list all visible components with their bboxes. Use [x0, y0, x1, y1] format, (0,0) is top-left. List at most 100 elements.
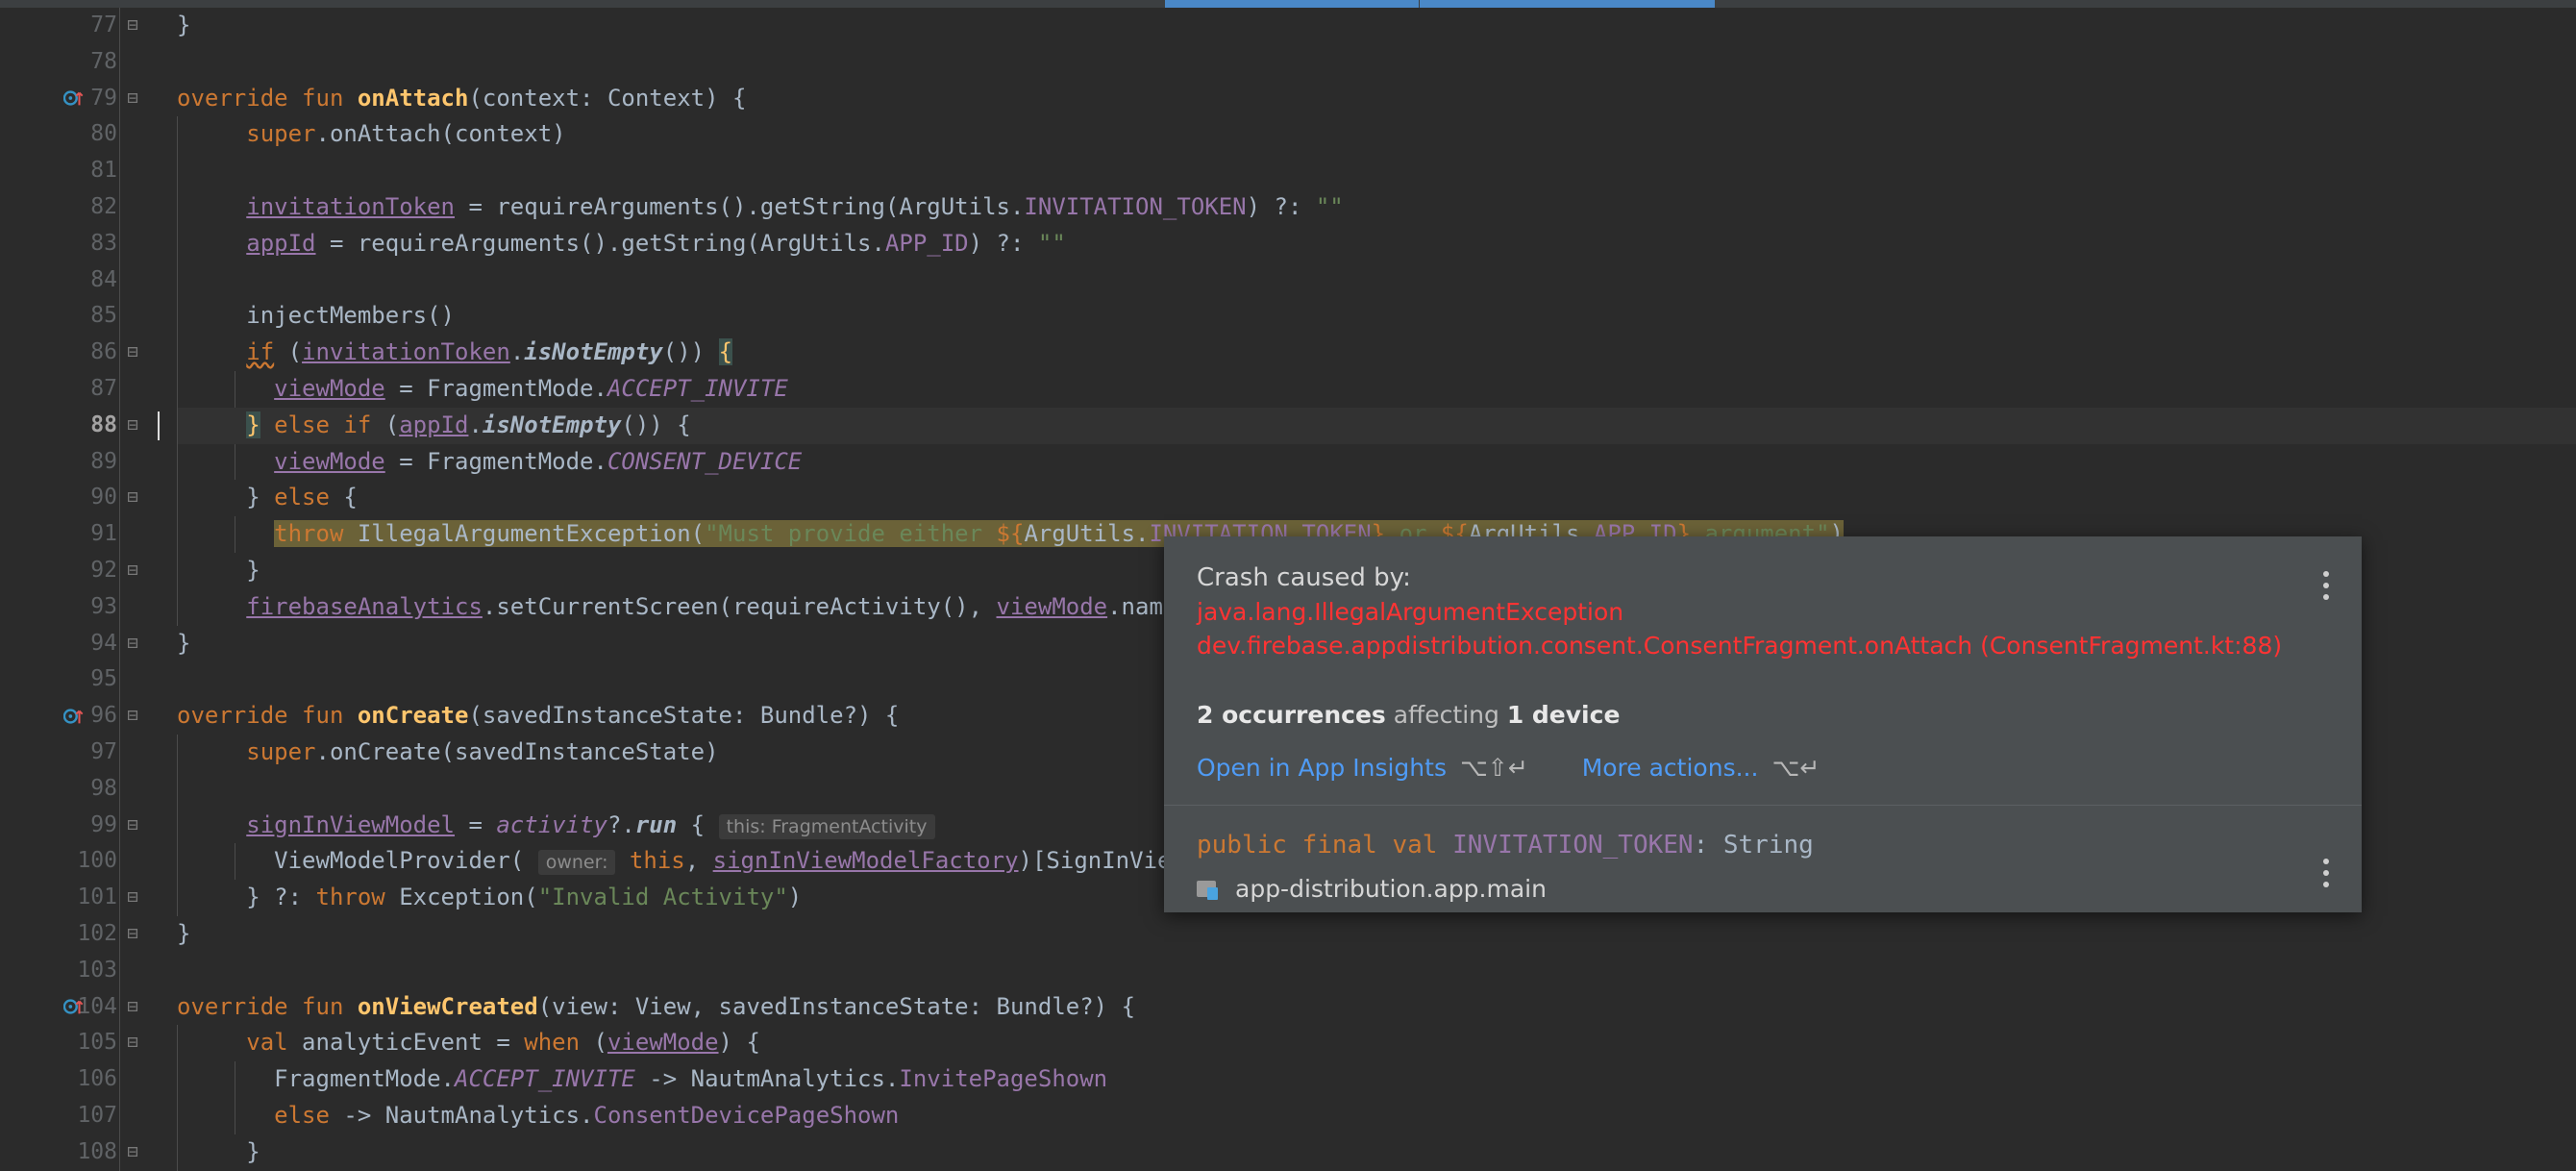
gutter[interactable]: 79 ⊟: [0, 80, 177, 117]
gutter[interactable]: 102 ⊟: [0, 915, 177, 953]
gutter[interactable]: 86 ⊟: [0, 335, 177, 371]
code-line-current[interactable]: 88 ⊟ } else if (appId.isNotEmpty()) {: [0, 407, 2576, 444]
gutter[interactable]: 82: [0, 188, 177, 226]
code-line[interactable]: 80 super.onAttach(context): [0, 116, 2576, 154]
more-actions-label[interactable]: More actions...: [1582, 754, 1759, 782]
code-line[interactable]: 108 ⊟ }: [0, 1134, 2576, 1171]
top-strip: [0, 0, 2576, 8]
code-line[interactable]: 85 injectMembers(): [0, 298, 2576, 336]
gutter[interactable]: 99 ⊟: [0, 807, 177, 844]
inlay-hint: this: FragmentActivity: [718, 813, 935, 839]
popup-actions: Open in App Insights ⌥⇧↵ More actions... ⌥…: [1197, 754, 2329, 782]
doc-more-options-kebab-icon[interactable]: [2323, 859, 2331, 888]
device-count: 1 device: [1506, 701, 1621, 730]
code-line[interactable]: 81: [0, 153, 2576, 189]
line-number: 92: [90, 557, 117, 583]
code-line[interactable]: 106 FragmentMode.ACCEPT_INVITE -> NautmA…: [0, 1061, 2576, 1098]
gutter[interactable]: 93: [0, 588, 177, 626]
code-line[interactable]: 84: [0, 262, 2576, 299]
code-line[interactable]: 105 ⊟ val analyticEvent = when (viewMode…: [0, 1025, 2576, 1062]
gutter[interactable]: 107: [0, 1097, 177, 1134]
gutter[interactable]: 78: [0, 43, 177, 81]
occurrence-count: 2 occurrences: [1197, 701, 1386, 730]
line-number: 82: [90, 193, 117, 219]
line-number: 89: [90, 448, 117, 474]
code-line[interactable]: 77 ⊟ }: [0, 8, 2576, 44]
line-number: 108: [77, 1138, 117, 1164]
code-line[interactable]: 86 ⊟ if (invitationToken.isNotEmpty()) {: [0, 335, 2576, 371]
line-number: 100: [77, 848, 117, 874]
line-number: 99: [90, 811, 117, 837]
code-line[interactable]: 89 viewMode = FragmentMode.CONSENT_DEVIC…: [0, 443, 2576, 481]
gutter[interactable]: 98: [0, 770, 177, 808]
code-line[interactable]: 79 ⊟ override fun onAttach(context: Cont…: [0, 80, 2576, 117]
code-line[interactable]: 104 ⊟ override fun onViewCreated(view: V…: [0, 988, 2576, 1026]
open-in-app-insights-action[interactable]: Open in App Insights ⌥⇧↵: [1197, 754, 1528, 782]
crash-insight-popup[interactable]: Crash caused by: java.lang.IllegalArgume…: [1164, 536, 2362, 913]
code-text: if (invitationToken.isNotEmpty()) {: [119, 335, 733, 371]
code-line[interactable]: 83 appId = requireArguments().getString(…: [0, 225, 2576, 262]
line-number: 102: [77, 920, 117, 946]
code-line[interactable]: 82 invitationToken = requireArguments().…: [0, 188, 2576, 226]
gutter[interactable]: 104 ⊟: [0, 988, 177, 1026]
more-actions-action[interactable]: More actions... ⌥↵: [1582, 754, 1821, 782]
line-number: 94: [90, 630, 117, 656]
override-method-icon[interactable]: [63, 706, 85, 727]
gutter[interactable]: 88 ⊟: [0, 407, 177, 444]
gutter[interactable]: 87: [0, 370, 177, 408]
override-method-icon[interactable]: [63, 996, 85, 1017]
code-text: viewMode = FragmentMode.ACCEPT_INVITE: [119, 370, 788, 408]
gutter[interactable]: 90 ⊟: [0, 480, 177, 517]
gutter[interactable]: 97: [0, 734, 177, 771]
code-line[interactable]: 78: [0, 43, 2576, 81]
declaration-signature: public final val INVITATION_TOKEN: Strin…: [1197, 831, 2329, 860]
signature-type: : String: [1693, 831, 1814, 860]
line-number: 101: [77, 884, 117, 910]
signature-modifiers: public final val: [1197, 831, 1438, 860]
override-method-icon[interactable]: [63, 87, 85, 109]
code-text: val analyticEvent = when (viewMode) {: [119, 1025, 760, 1062]
code-line[interactable]: 103: [0, 952, 2576, 989]
line-number: 83: [90, 230, 117, 256]
code-line[interactable]: 107 else -> NautmAnalytics.ConsentDevice…: [0, 1097, 2576, 1134]
gutter[interactable]: 103: [0, 952, 177, 989]
gutter[interactable]: 92 ⊟: [0, 552, 177, 589]
crash-caused-by-label: Crash caused by:: [1197, 563, 1411, 592]
gutter[interactable]: 100: [0, 843, 177, 881]
line-number: 106: [77, 1066, 117, 1092]
quick-doc-section: public final val INVITATION_TOKEN: Strin…: [1164, 806, 2362, 912]
line-number: 79: [90, 85, 117, 111]
gutter[interactable]: 80: [0, 116, 177, 154]
gutter[interactable]: 77 ⊟: [0, 8, 177, 44]
gutter[interactable]: 84: [0, 262, 177, 299]
code-line[interactable]: 87 viewMode = FragmentMode.ACCEPT_INVITE: [0, 370, 2576, 408]
exception-location: dev.firebase.appdistribution.consent.Con…: [1197, 632, 2283, 660]
line-number: 104: [77, 993, 117, 1019]
code-text: FragmentMode.ACCEPT_INVITE -> NautmAnaly…: [119, 1061, 1107, 1098]
line-number: 95: [90, 666, 117, 692]
code-text: } ?: throw Exception("Invalid Activity"): [119, 880, 802, 916]
gutter[interactable]: 105 ⊟: [0, 1025, 177, 1062]
gutter[interactable]: 101 ⊟: [0, 880, 177, 916]
code-text: viewMode = FragmentMode.CONSENT_DEVICE: [119, 443, 802, 481]
gutter[interactable]: 83: [0, 225, 177, 262]
gutter[interactable]: 94 ⊟: [0, 625, 177, 662]
occurrence-mid: affecting: [1385, 701, 1507, 730]
line-number: 84: [90, 266, 117, 292]
gutter[interactable]: 108 ⊟: [0, 1134, 177, 1171]
code-line[interactable]: 102 ⊟ }: [0, 915, 2576, 953]
gutter[interactable]: 91: [0, 516, 177, 553]
more-options-kebab-icon[interactable]: [2323, 571, 2331, 600]
gutter[interactable]: 96 ⊟: [0, 698, 177, 735]
gutter[interactable]: 89: [0, 443, 177, 481]
gutter[interactable]: 95: [0, 661, 177, 699]
code-text: firebaseAnalytics.setCurrentScreen(requi…: [119, 588, 1247, 626]
code-text: super.onCreate(savedInstanceState): [119, 734, 719, 771]
module-row[interactable]: app-distribution.app.main: [1197, 875, 2329, 903]
gutter[interactable]: 85: [0, 298, 177, 336]
open-in-app-insights-label[interactable]: Open in App Insights: [1197, 754, 1447, 782]
code-line[interactable]: 90 ⊟ } else {: [0, 480, 2576, 517]
gutter[interactable]: 106: [0, 1061, 177, 1098]
progress-indicator: [1165, 0, 1715, 8]
gutter[interactable]: 81: [0, 153, 177, 189]
